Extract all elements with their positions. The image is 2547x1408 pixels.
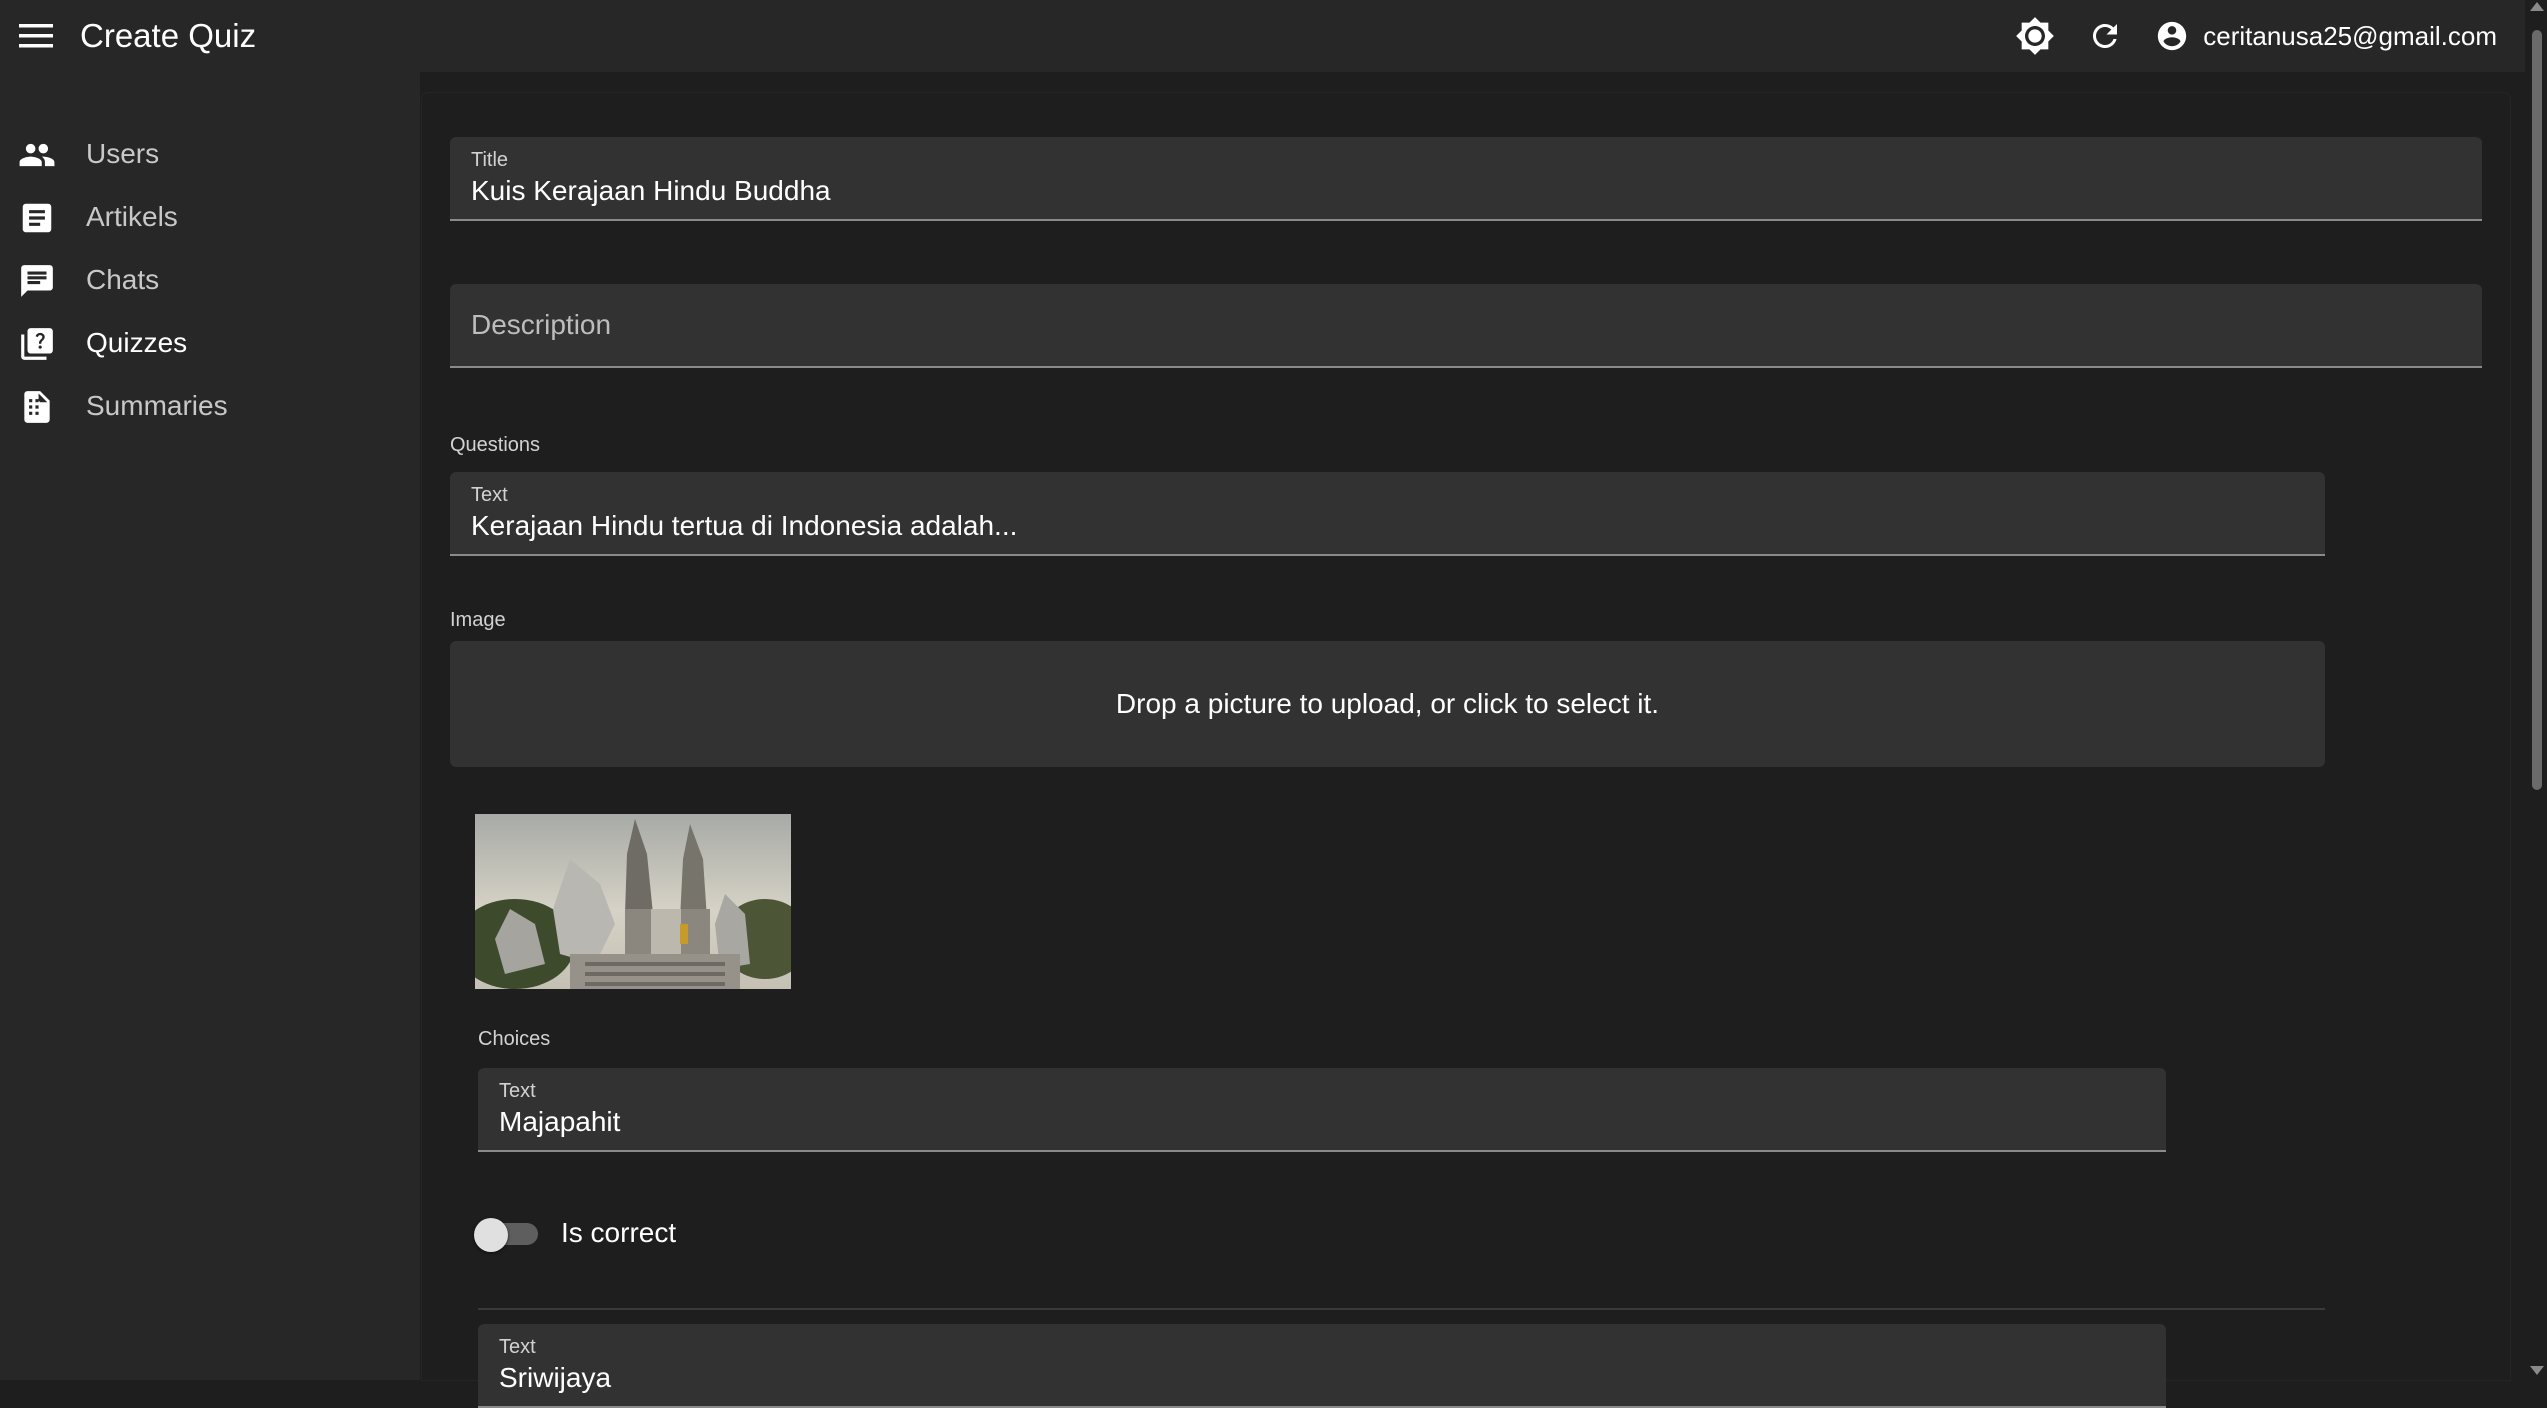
sidebar-item-quizzes[interactable]: Quizzes — [0, 313, 420, 373]
choice-1-text-field[interactable]: Text Majapahit — [478, 1068, 2166, 1152]
sidebar-item-chats[interactable]: Chats — [0, 250, 420, 310]
sidebar-item-label: Users — [86, 138, 160, 169]
sidebar-item-label: Quizzes — [86, 327, 188, 358]
title-field[interactable]: Title Kuis Kerajaan Hindu Buddha — [450, 137, 2482, 221]
choice-1-text-value: Majapahit — [499, 1106, 621, 1137]
brightness-icon — [2016, 17, 2055, 55]
summary-icon — [18, 388, 56, 426]
choice-2-text-field[interactable]: Text Sriwijaya — [478, 1324, 2166, 1408]
question-text-label: Text — [471, 484, 508, 506]
user-email: ceritanusa25@gmail.com — [2203, 20, 2497, 51]
quiz-icon — [18, 325, 56, 363]
appbar-actions: ceritanusa25@gmail.com — [1989, 12, 2497, 60]
toggle-knob — [474, 1218, 508, 1252]
scrollbar-thumb[interactable] — [2532, 30, 2542, 790]
description-field[interactable]: Description — [450, 284, 2482, 368]
refresh-button[interactable] — [2081, 12, 2129, 60]
sidebar-item-artikels[interactable]: Artikels — [0, 187, 420, 247]
is-correct-label: Is correct — [561, 1217, 677, 1248]
sidebar-item-users[interactable]: Users — [0, 124, 420, 184]
sidebar-item-label: Artikels — [86, 201, 178, 232]
sidebar-item-summaries[interactable]: Summaries — [0, 376, 420, 436]
choice-2-text-value: Sriwijaya — [499, 1362, 612, 1393]
dropzone-text: Drop a picture to upload, or click to se… — [1115, 688, 1660, 719]
is-correct-toggle[interactable] — [474, 1215, 544, 1255]
choices-label: Choices — [478, 1028, 551, 1050]
choice-1-text-label: Text — [499, 1080, 536, 1102]
scroll-up-icon[interactable] — [2530, 2, 2544, 11]
account-circle-icon — [2158, 21, 2187, 51]
question-image-thumbnail — [475, 814, 791, 989]
title-field-label: Title — [471, 149, 509, 171]
description-placeholder: Description — [471, 309, 612, 340]
chat-icon — [18, 262, 56, 300]
question-text-field[interactable]: Text Kerajaan Hindu tertua di Indonesia … — [450, 472, 2325, 556]
question-text-value: Kerajaan Hindu tertua di Indonesia adala… — [471, 510, 1018, 541]
refresh-icon — [2093, 23, 2118, 48]
questions-label: Questions — [450, 434, 541, 456]
user-menu[interactable]: ceritanusa25@gmail.com — [2155, 19, 2497, 53]
page-scrollbar[interactable] — [2525, 0, 2547, 1380]
menu-icon[interactable] — [16, 18, 56, 54]
sidebar: Users Artikels Chats Quizzes Summaries — [0, 72, 420, 1380]
choice-divider — [478, 1308, 2325, 1310]
image-label: Image — [450, 609, 506, 631]
quiz-form: Title Kuis Kerajaan Hindu Buddha Descrip… — [422, 93, 2510, 1408]
theme-toggle-button[interactable] — [2011, 12, 2059, 60]
image-dropzone[interactable]: Drop a picture to upload, or click to se… — [450, 641, 2325, 767]
page-title: Create Quiz — [80, 17, 257, 54]
users-icon — [18, 136, 56, 174]
sidebar-item-label: Summaries — [86, 390, 228, 421]
scroll-down-icon[interactable] — [2530, 1366, 2544, 1375]
choice-2-text-label: Text — [499, 1336, 536, 1358]
app-bar: Create Quiz ceritanusa25@gmail.com — [0, 0, 2547, 72]
sidebar-item-label: Chats — [86, 264, 160, 295]
title-field-value: Kuis Kerajaan Hindu Buddha — [471, 175, 831, 206]
article-icon — [18, 199, 56, 237]
